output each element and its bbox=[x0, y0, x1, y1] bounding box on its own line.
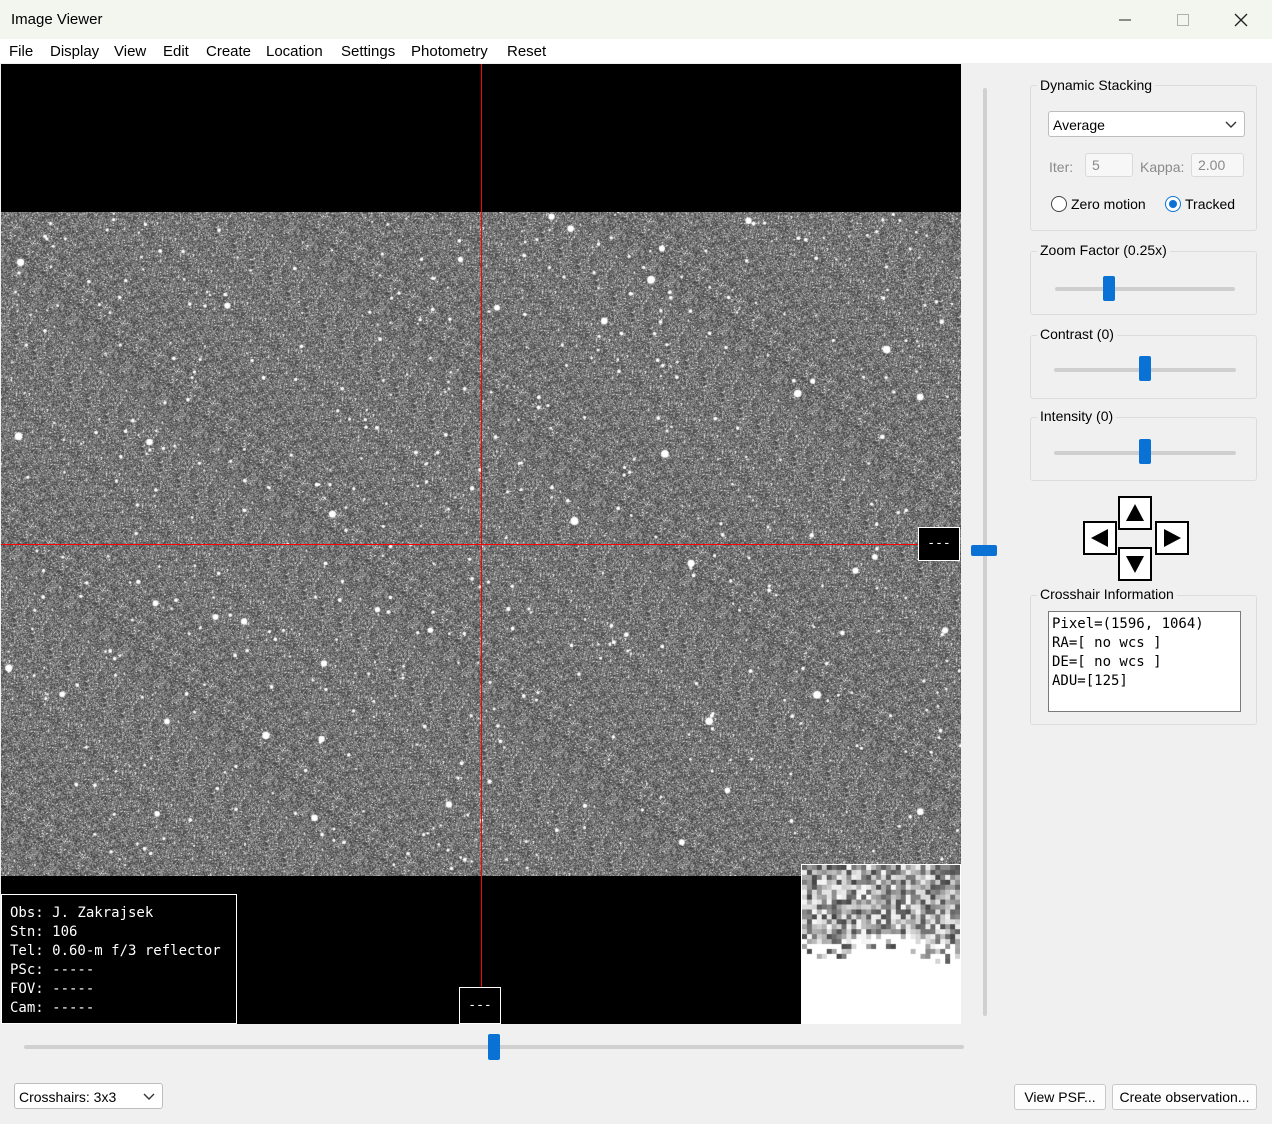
crosshair-information-text[interactable]: Pixel=(1596, 1064) RA=[ no wcs ] DE=[ no… bbox=[1048, 611, 1241, 712]
obs-line-station: Stn: 106 bbox=[10, 924, 78, 940]
minimize-icon bbox=[1119, 19, 1131, 21]
vertical-pan-slider-thumb[interactable] bbox=[971, 545, 997, 556]
up-arrow-icon bbox=[1126, 504, 1144, 521]
pan-up-button[interactable] bbox=[1118, 496, 1152, 530]
obs-line-pixel-scale: PSc: ----- bbox=[10, 962, 95, 978]
menu-create[interactable]: Create bbox=[206, 43, 251, 60]
zoom-factor-label: Zoom Factor (0.25x) bbox=[1037, 242, 1170, 258]
close-icon bbox=[1234, 13, 1248, 27]
horizontal-pan-slider-thumb[interactable] bbox=[488, 1034, 500, 1060]
menu-bar: File Display View Edit Create Location S… bbox=[0, 39, 1272, 63]
menu-settings[interactable]: Settings bbox=[341, 43, 395, 60]
intensity-label: Intensity (0) bbox=[1037, 408, 1117, 424]
dynamic-stacking-group: Dynamic Stacking Average Iter: 5 Kappa: … bbox=[1030, 77, 1257, 231]
tracked-label: Tracked bbox=[1185, 196, 1236, 212]
intensity-slider-thumb[interactable] bbox=[1139, 439, 1151, 464]
create-observation-button[interactable]: Create observation... bbox=[1112, 1084, 1257, 1110]
left-arrow-icon bbox=[1091, 529, 1108, 547]
tracked-radio[interactable] bbox=[1165, 196, 1181, 212]
menu-view[interactable]: View bbox=[114, 43, 146, 60]
menu-location[interactable]: Location bbox=[266, 43, 323, 60]
menu-photometry[interactable]: Photometry bbox=[411, 43, 488, 60]
stacking-method-value: Average bbox=[1053, 117, 1105, 133]
observation-info-box: Obs: J. Zakrajsek Stn: 106 Tel: 0.60-m f… bbox=[1, 894, 237, 1024]
title-bar: Image Viewer bbox=[0, 0, 1272, 39]
window-title: Image Viewer bbox=[11, 11, 103, 28]
crosshair-pixel-line: Pixel=(1596, 1064) bbox=[1052, 616, 1204, 632]
obs-line-observer: Obs: J. Zakrajsek bbox=[10, 905, 154, 921]
crosshair-de-line: DE=[ no wcs ] bbox=[1052, 654, 1162, 670]
pan-right-button[interactable] bbox=[1155, 521, 1189, 555]
chevron-down-icon bbox=[1225, 121, 1237, 128]
menu-file[interactable]: File bbox=[9, 43, 33, 60]
close-button[interactable] bbox=[1212, 0, 1270, 39]
dynamic-stacking-label: Dynamic Stacking bbox=[1037, 77, 1156, 93]
minimize-button[interactable] bbox=[1096, 0, 1154, 39]
maximize-icon bbox=[1177, 14, 1189, 26]
zoom-thumbnail bbox=[801, 864, 961, 1024]
zero-motion-label: Zero motion bbox=[1071, 196, 1146, 212]
stacking-method-select[interactable]: Average bbox=[1048, 111, 1245, 137]
intensity-group: Intensity (0) bbox=[1030, 408, 1257, 481]
kappa-label: Kappa: bbox=[1140, 159, 1185, 175]
crosshair-ra-line: RA=[ no wcs ] bbox=[1052, 635, 1162, 651]
crosshair-bottom-readout: --- bbox=[459, 987, 501, 1024]
contrast-group: Contrast (0) bbox=[1030, 326, 1257, 399]
obs-line-telescope: Tel: 0.60-m f/3 reflector bbox=[10, 943, 221, 959]
maximize-button[interactable] bbox=[1154, 0, 1212, 39]
iter-label: Iter: bbox=[1049, 159, 1074, 175]
crosshairs-select[interactable]: Crosshairs: 3x3 bbox=[14, 1083, 163, 1109]
image-viewport[interactable]: --- --- Obs: J. Zakrajsek Stn: 106 Tel: … bbox=[1, 64, 961, 1024]
obs-line-camera: Cam: ----- bbox=[10, 1000, 95, 1016]
zoom-factor-group: Zoom Factor (0.25x) bbox=[1030, 242, 1257, 315]
zoom-factor-slider[interactable] bbox=[1055, 287, 1235, 291]
pan-down-button[interactable] bbox=[1118, 547, 1152, 581]
view-psf-button[interactable]: View PSF... bbox=[1014, 1084, 1106, 1110]
kappa-input[interactable]: 2.00 bbox=[1191, 153, 1244, 177]
right-arrow-icon bbox=[1164, 529, 1181, 547]
iter-input[interactable]: 5 bbox=[1085, 153, 1133, 177]
crosshair-horizontal-line bbox=[1, 544, 919, 545]
contrast-label: Contrast (0) bbox=[1037, 326, 1117, 342]
crosshair-information-label: Crosshair Information bbox=[1037, 586, 1177, 602]
menu-reset[interactable]: Reset bbox=[507, 43, 546, 60]
pan-left-button[interactable] bbox=[1083, 521, 1117, 555]
crosshairs-select-value: Crosshairs: 3x3 bbox=[19, 1089, 117, 1105]
crosshair-adu-line: ADU=[125] bbox=[1052, 673, 1128, 689]
menu-display[interactable]: Display bbox=[50, 43, 99, 60]
zoom-factor-slider-thumb[interactable] bbox=[1103, 276, 1115, 301]
crosshair-right-readout: --- bbox=[918, 527, 960, 561]
obs-line-fov: FOV: ----- bbox=[10, 981, 95, 997]
zero-motion-radio[interactable] bbox=[1051, 196, 1067, 212]
menu-edit[interactable]: Edit bbox=[163, 43, 189, 60]
chevron-down-icon bbox=[143, 1093, 155, 1100]
down-arrow-icon bbox=[1126, 556, 1144, 573]
crosshair-vertical-line bbox=[481, 64, 482, 988]
contrast-slider-thumb[interactable] bbox=[1139, 356, 1151, 381]
